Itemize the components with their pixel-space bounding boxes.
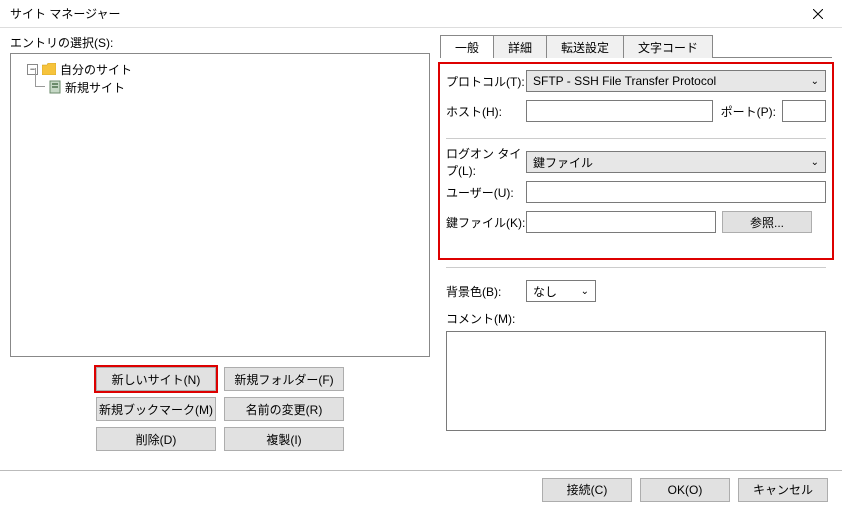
user-label: ユーザー(U): — [446, 184, 526, 201]
close-icon — [813, 9, 823, 19]
host-input[interactable] — [526, 100, 713, 122]
tree-site-label: 新規サイト — [65, 79, 125, 96]
ok-button[interactable]: OK(O) — [640, 478, 730, 502]
keyfile-input[interactable] — [526, 211, 716, 233]
logon-type-label: ログオン タイプ(L): — [446, 145, 526, 179]
close-button[interactable] — [796, 0, 840, 28]
folder-icon — [42, 63, 56, 75]
expander-icon[interactable]: − — [27, 64, 38, 75]
protocol-value: SFTP - SSH File Transfer Protocol — [533, 74, 716, 88]
duplicate-button[interactable]: 複製(I) — [224, 427, 344, 451]
new-site-button[interactable]: 新しいサイト(N) — [96, 367, 216, 391]
port-label: ポート(P): — [721, 103, 776, 120]
general-tab-body: プロトコル(T): SFTP - SSH File Transfer Proto… — [440, 58, 832, 470]
tab-transfer[interactable]: 転送設定 — [546, 35, 624, 58]
tree-site-node[interactable]: 新規サイト — [49, 78, 423, 96]
protocol-label: プロトコル(T): — [446, 73, 526, 90]
keyfile-label: 鍵ファイル(K): — [446, 214, 526, 231]
chevron-down-icon: ⌄ — [811, 157, 819, 168]
logon-type-value: 鍵ファイル — [533, 154, 593, 171]
port-input[interactable] — [782, 100, 826, 122]
logon-type-select[interactable]: 鍵ファイル ⌄ — [526, 151, 826, 173]
bg-color-select[interactable]: なし ⌄ — [526, 280, 596, 302]
new-folder-button[interactable]: 新規フォルダー(F) — [224, 367, 344, 391]
cancel-button[interactable]: キャンセル — [738, 478, 828, 502]
comment-textarea[interactable] — [446, 331, 826, 431]
delete-button[interactable]: 削除(D) — [96, 427, 216, 451]
comment-label: コメント(M): — [446, 310, 826, 327]
window-title: サイト マネージャー — [10, 5, 121, 22]
entry-select-label: エントリの選択(S): — [10, 34, 430, 51]
tree-root-label: 自分のサイト — [60, 61, 132, 78]
tab-detail[interactable]: 詳細 — [493, 35, 547, 58]
dialog-footer: 接続(C) OK(O) キャンセル — [0, 470, 842, 508]
right-panel: 一般 詳細 転送設定 文字コード プロトコル(T): SFTP - SSH Fi… — [440, 34, 832, 470]
new-bookmark-button[interactable]: 新規ブックマーク(M) — [96, 397, 216, 421]
protocol-select[interactable]: SFTP - SSH File Transfer Protocol ⌄ — [526, 70, 826, 92]
user-input[interactable] — [526, 181, 826, 203]
host-label: ホスト(H): — [446, 103, 526, 120]
chevron-down-icon: ⌄ — [811, 76, 819, 87]
bg-color-value: なし — [533, 283, 557, 300]
connect-button[interactable]: 接続(C) — [542, 478, 632, 502]
tab-charset[interactable]: 文字コード — [623, 35, 713, 58]
browse-button[interactable]: 参照... — [722, 211, 812, 233]
entry-tree[interactable]: − 自分のサイト 新規サイト — [10, 53, 430, 357]
tab-general[interactable]: 一般 — [440, 35, 494, 58]
server-icon — [49, 80, 61, 94]
tab-bar: 一般 詳細 転送設定 文字コード — [440, 34, 832, 58]
left-panel: エントリの選択(S): − 自分のサイト 新規サイト 新しいサイト(N) 新規フ… — [10, 34, 430, 470]
tree-root-node[interactable]: − 自分のサイト — [27, 60, 423, 78]
rename-button[interactable]: 名前の変更(R) — [224, 397, 344, 421]
titlebar: サイト マネージャー — [0, 0, 842, 28]
bg-color-label: 背景色(B): — [446, 283, 526, 300]
chevron-down-icon: ⌄ — [581, 286, 589, 297]
